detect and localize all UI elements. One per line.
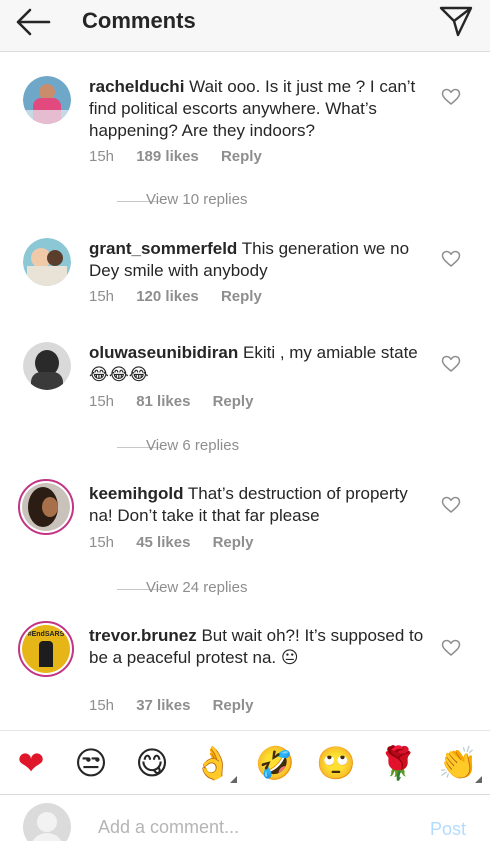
avatar[interactable] <box>18 479 74 535</box>
rofl-face-emoji[interactable]: 🤣 <box>255 743 295 783</box>
comment-meta: 15h 45 likes Reply <box>89 534 271 551</box>
comment-time: 15h <box>89 393 115 410</box>
arrow-left-icon[interactable] <box>14 6 52 38</box>
heart-icon[interactable] <box>441 639 461 657</box>
emoji-bar: ❤ 😒 😋 👌 🤣 🙄 🌹 👏 <box>0 730 490 794</box>
avatar <box>23 803 71 841</box>
comment-meta: 15h 37 likes Reply <box>89 697 271 714</box>
comment-text: rachelduchi Wait ooo. Is it just me ? I … <box>89 76 424 142</box>
comment-text: keemihgold That’s destruction of propert… <box>89 483 424 527</box>
view-replies-link[interactable]: View 6 replies <box>89 437 349 457</box>
view-replies-link[interactable]: View 10 replies <box>89 191 349 211</box>
reply-button[interactable]: Reply <box>213 393 254 410</box>
comment-composer: Add a comment... Post <box>0 794 490 841</box>
comment-time: 15h <box>89 288 115 305</box>
avatar[interactable] <box>23 342 71 390</box>
view-replies-link[interactable]: View 24 replies <box>89 579 349 599</box>
yum-face-emoji[interactable]: 😋 <box>132 743 172 783</box>
rose-emoji[interactable]: 🌹 <box>378 743 418 783</box>
comment-likes[interactable]: 81 likes <box>136 393 190 410</box>
comment-time: 15h <box>89 697 115 714</box>
comment-likes[interactable]: 45 likes <box>136 534 190 551</box>
comment-username[interactable]: oluwaseunibidiran <box>89 343 238 362</box>
avatar[interactable] <box>23 76 71 124</box>
heart-icon[interactable] <box>441 250 461 268</box>
heart-icon[interactable] <box>441 88 461 106</box>
comment-likes[interactable]: 37 likes <box>136 697 190 714</box>
avatar[interactable] <box>23 238 71 286</box>
eye-roll-face-emoji[interactable]: 🙄 <box>316 743 356 783</box>
reply-button[interactable]: Reply <box>221 288 262 305</box>
reply-button[interactable]: Reply <box>213 697 254 714</box>
page-title: Comments <box>82 8 196 33</box>
unamused-face-emoji[interactable]: 😒 <box>71 743 111 783</box>
comment-meta: 15h 189 likes Reply <box>89 148 280 165</box>
ok-hand-emoji[interactable]: 👌 <box>193 743 237 783</box>
post-button[interactable]: Post <box>430 819 466 840</box>
comment-time: 15h <box>89 534 115 551</box>
paper-plane-icon[interactable] <box>438 4 474 38</box>
reply-button[interactable]: Reply <box>213 534 254 551</box>
clapping-hands-emoji[interactable]: 👏 <box>438 743 482 783</box>
comment-username[interactable]: grant_sommerfeld <box>89 239 237 258</box>
avatar[interactable]: #EndSARS <box>18 621 74 677</box>
comment-likes[interactable]: 120 likes <box>136 288 199 305</box>
comment-username[interactable]: rachelduchi <box>89 77 184 96</box>
comment-text: grant_sommerfeld This generation we no D… <box>89 238 424 282</box>
reply-button[interactable]: Reply <box>221 148 262 165</box>
comment-time: 15h <box>89 148 115 165</box>
comment-username[interactable]: keemihgold <box>89 484 183 503</box>
comment-username[interactable]: trevor.brunez <box>89 626 197 645</box>
top-bar: Comments <box>0 0 490 52</box>
heart-icon[interactable] <box>441 496 461 514</box>
comment-meta: 15h 81 likes Reply <box>89 393 271 410</box>
comment-meta: 15h 120 likes Reply <box>89 288 280 305</box>
comment-text: trevor.brunez But wait oh?! It’s suppose… <box>89 625 424 669</box>
avatar-label: #EndSARS <box>27 631 65 638</box>
red-heart-emoji[interactable]: ❤ <box>11 743 51 783</box>
heart-icon[interactable] <box>441 355 461 373</box>
comment-likes[interactable]: 189 likes <box>136 148 199 165</box>
comment-text: oluwaseunibidiran Ekiti , my amiable sta… <box>89 342 424 386</box>
comment-input[interactable]: Add a comment... <box>98 817 398 838</box>
